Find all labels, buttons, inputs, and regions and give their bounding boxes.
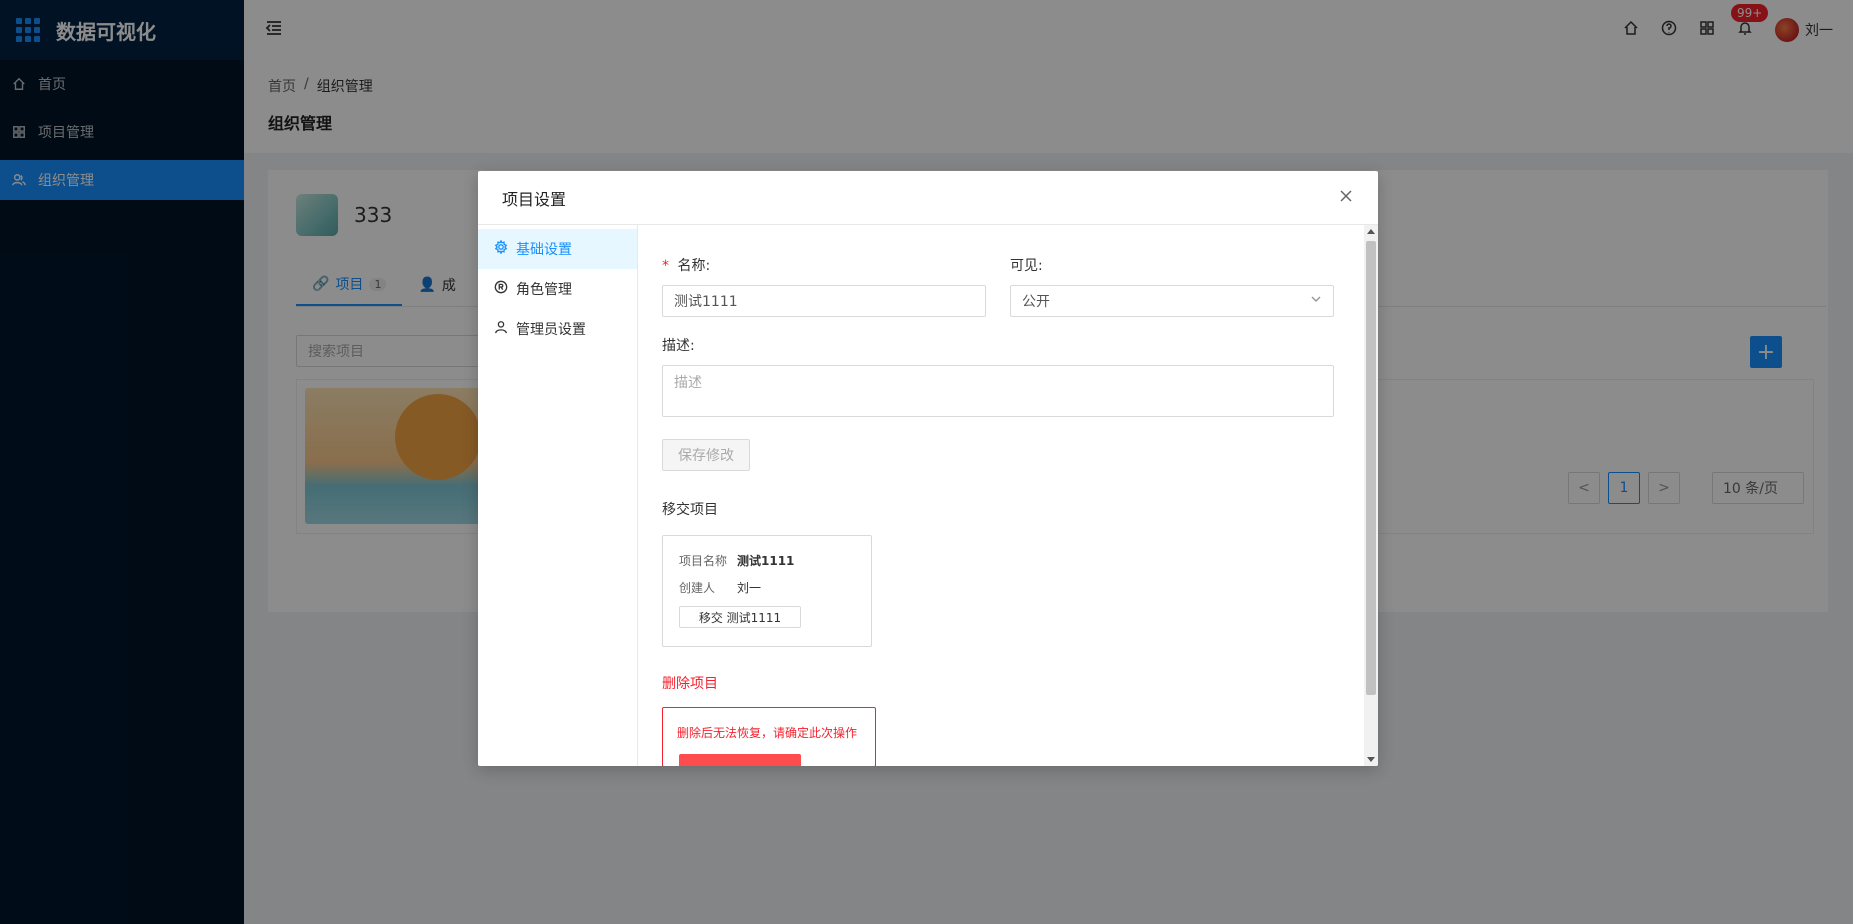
gear-icon xyxy=(494,239,508,258)
modal-title: 项目设置 xyxy=(502,189,567,209)
transfer-card: 项目名称 测试1111 创建人 刘一 移交 测试1111 xyxy=(662,535,872,647)
description-label: 描述: xyxy=(662,338,695,354)
nav-role-management[interactable]: 角色管理 xyxy=(478,269,637,309)
registered-icon xyxy=(494,280,508,298)
modal-body: 基础设置 角色管理 管理员设置 * 名称: 测试1111 可见: 公开 描述: … xyxy=(478,225,1378,766)
scroll-up-arrow[interactable] xyxy=(1367,229,1375,234)
close-icon[interactable] xyxy=(1338,188,1354,208)
scrollbar[interactable] xyxy=(1364,225,1378,766)
creator-key: 创建人 xyxy=(679,581,716,595)
name-field-group: * 名称: 测试1111 xyxy=(662,255,986,317)
scroll-down-arrow[interactable] xyxy=(1367,757,1375,762)
nav-label: 角色管理 xyxy=(516,282,572,298)
description-field-group: 描述: 描述 xyxy=(662,335,1354,417)
description-textarea[interactable]: 描述 xyxy=(662,365,1334,417)
name-label: * 名称: xyxy=(662,255,986,275)
project-name-value: 测试1111 xyxy=(737,554,795,568)
required-mark: * xyxy=(662,258,669,274)
modal-header: 项目设置 xyxy=(478,171,1378,225)
delete-section-title: 删除项目 xyxy=(662,676,718,692)
nav-admin-settings[interactable]: 管理员设置 xyxy=(478,309,637,349)
settings-panel: * 名称: 测试1111 可见: 公开 描述: 描述 保存修改 移交项目 项目名… xyxy=(638,225,1378,766)
creator-row: 创建人 刘一 xyxy=(679,579,855,596)
user-icon xyxy=(494,320,508,338)
visibility-value: 公开 xyxy=(1022,294,1050,310)
nav-label: 基础设置 xyxy=(516,242,572,258)
name-label-text: 名称: xyxy=(677,258,711,274)
transfer-button[interactable]: 移交 测试1111 xyxy=(679,606,801,628)
project-name-key: 项目名称 xyxy=(679,554,728,568)
transfer-section-title: 移交项目 xyxy=(662,502,718,518)
visibility-field-group: 可见: 公开 xyxy=(1010,255,1334,317)
project-name-row: 项目名称 测试1111 xyxy=(679,552,855,569)
scroll-thumb[interactable] xyxy=(1366,241,1376,695)
delete-button[interactable] xyxy=(679,754,801,766)
nav-basic-settings[interactable]: 基础设置 xyxy=(478,229,637,269)
delete-warning: 删除后无法恢复，请确定此次操作 xyxy=(677,726,858,740)
modal-nav: 基础设置 角色管理 管理员设置 xyxy=(478,225,638,766)
nav-label: 管理员设置 xyxy=(516,322,586,338)
form-row: * 名称: 测试1111 可见: 公开 xyxy=(662,255,1354,317)
visibility-label: 可见: xyxy=(1010,258,1043,274)
save-button[interactable]: 保存修改 xyxy=(662,439,750,471)
project-settings-modal: 项目设置 基础设置 角色管理 管理员设置 * 名称: 测试1111 可见: 公开… xyxy=(478,171,1378,766)
chevron-down-icon xyxy=(1310,293,1322,309)
name-input[interactable]: 测试1111 xyxy=(662,285,986,317)
delete-card: 删除后无法恢复，请确定此次操作 xyxy=(662,707,876,766)
visibility-select[interactable]: 公开 xyxy=(1010,285,1334,317)
creator-value: 刘一 xyxy=(737,581,762,595)
